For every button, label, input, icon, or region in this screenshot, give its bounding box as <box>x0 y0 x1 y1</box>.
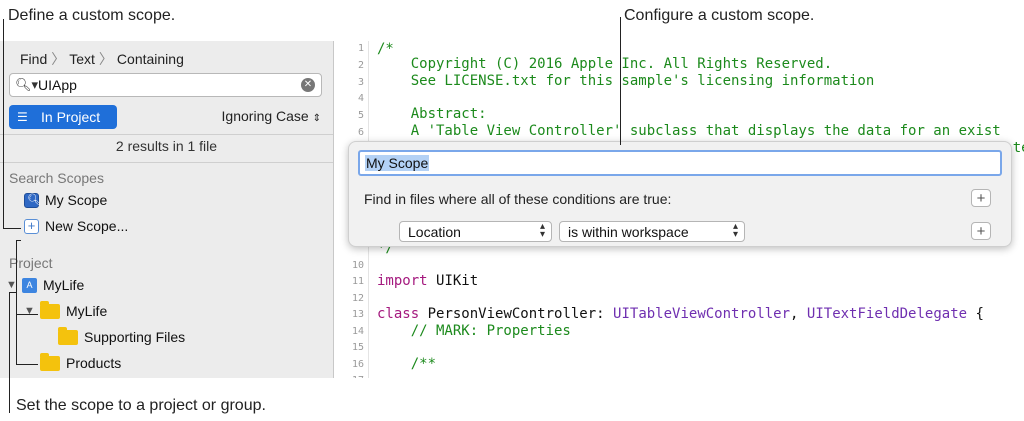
search-field[interactable]: 🔍︎▾ UIApp ✕ <box>9 73 322 97</box>
callout-configure-scope: Configure a custom scope. <box>624 7 815 24</box>
criterion-label: Location <box>408 224 461 240</box>
callout-leader-line <box>16 364 38 365</box>
custom-scope-popover: My Scope Find in files where all of thes… <box>348 141 1012 247</box>
operator-label: is within workspace <box>568 224 689 240</box>
updown-chevron-icon: ▴ ▾ <box>732 221 738 240</box>
line-number: 4 <box>357 93 364 104</box>
line-number: 12 <box>351 293 364 304</box>
module-token: UIKit <box>436 273 479 289</box>
project-item-label: MyLife <box>43 277 85 293</box>
line-number: 2 <box>357 60 364 71</box>
operator-popup[interactable]: is within workspace ▴ ▾ <box>559 221 745 242</box>
case-option-label: Ignoring Case <box>221 108 309 124</box>
scope-button[interactable]: ☰ In Project <box>9 105 117 129</box>
callout-leader-line <box>620 17 621 145</box>
folder-icon <box>40 300 60 319</box>
group-item-mylife[interactable]: ▼ MyLife <box>24 300 108 319</box>
chevron-right-icon: 〉 <box>98 51 113 67</box>
group-item-label: Products <box>66 355 122 371</box>
group-item-label: Supporting Files <box>84 329 186 345</box>
type-token: UITextFieldDelegate <box>806 306 968 322</box>
line-number: 6 <box>357 127 364 138</box>
line-number: 13 <box>351 309 364 320</box>
conditions-label: Find in files where all of these conditi… <box>364 191 672 207</box>
divider <box>0 134 333 135</box>
code-line: import UIKit <box>377 273 478 289</box>
class-name-token: PersonViewController: <box>427 306 614 322</box>
callout-leader-line <box>16 314 38 315</box>
group-item-label: MyLife <box>66 303 108 319</box>
new-scope-button[interactable]: + New Scope... <box>24 218 128 234</box>
results-summary: 2 results in 1 file <box>115 138 218 154</box>
breadcrumb-text[interactable]: Text <box>69 51 95 67</box>
line-number: 1 <box>357 43 364 54</box>
scope-item-my-scope[interactable]: 🔍︎ My Scope <box>24 192 107 208</box>
case-sensitivity-popup[interactable]: Ignoring Case ⇕ <box>222 108 321 124</box>
keyword-token: import <box>377 273 428 289</box>
group-item-products[interactable]: Products <box>40 352 122 371</box>
punctuation-token: { <box>967 306 984 322</box>
code-line: /* <box>377 41 394 57</box>
breadcrumb-containing[interactable]: Containing <box>117 51 184 67</box>
code-line: /** <box>377 356 437 372</box>
plus-icon: + <box>24 218 39 234</box>
type-token: UITableViewController <box>613 306 791 322</box>
scope-item-label: My Scope <box>45 192 108 208</box>
punctuation-token: , <box>790 306 807 322</box>
scope-name-field[interactable]: My Scope <box>358 150 1002 176</box>
search-icon[interactable]: 🔍︎▾ <box>15 77 38 93</box>
chevron-right-icon: 〉 <box>51 51 66 67</box>
code-line: // MARK: Properties <box>377 323 571 339</box>
code-line: See LICENSE.txt for this sample's licens… <box>377 73 875 89</box>
find-navigator: Find 〉 Text 〉 Containing 🔍︎▾ UIApp ✕ ☰ I… <box>0 41 334 378</box>
callout-leader-line <box>3 19 4 229</box>
callout-leader-line <box>9 292 10 413</box>
code-line: Copyright (C) 2016 Apple Inc. All Rights… <box>377 56 833 72</box>
disclosure-triangle-icon[interactable]: ▼ <box>6 279 17 291</box>
line-number: 15 <box>351 342 364 353</box>
line-number: 17 <box>334 375 364 378</box>
divider <box>0 162 333 163</box>
callout-leader-line <box>16 240 21 241</box>
add-condition-button[interactable]: + <box>971 222 991 240</box>
new-scope-label: New Scope... <box>45 218 129 234</box>
breadcrumb: Find 〉 Text 〉 Containing <box>20 49 184 69</box>
folder-icon <box>58 326 78 345</box>
code-line: class PersonViewController: UITableViewC… <box>377 306 984 322</box>
add-condition-group-button[interactable]: + <box>971 189 991 207</box>
updown-chevron-icon: ▴ ▾ <box>539 221 545 240</box>
scope-icon: 🔍︎ <box>24 192 41 208</box>
project-item-mylife[interactable]: ▼ A MyLife <box>6 277 84 293</box>
code-line: A 'Table View Controller' subclass that … <box>377 123 1001 139</box>
list-icon: ☰ <box>17 110 28 124</box>
callout-leader-line <box>3 228 21 229</box>
callout-define-scope: Define a custom scope. <box>8 7 176 24</box>
code-line: Abstract: <box>377 106 487 122</box>
breadcrumb-find[interactable]: Find <box>20 51 47 67</box>
keyword-token: class <box>377 306 420 322</box>
line-number: 3 <box>357 77 364 88</box>
group-item-supporting-files[interactable]: Supporting Files <box>58 326 186 345</box>
disclosure-triangle-icon[interactable]: ▼ <box>24 305 35 317</box>
callout-leader-line <box>16 240 17 364</box>
criterion-popup[interactable]: Location ▴ ▾ <box>399 221 552 242</box>
callout-set-scope: Set the scope to a project or group. <box>16 397 266 414</box>
clear-icon[interactable]: ✕ <box>301 78 315 92</box>
folder-icon <box>40 352 60 371</box>
line-number: 5 <box>357 110 364 121</box>
scope-name-input[interactable]: My Scope <box>365 155 430 171</box>
line-number: 16 <box>351 359 364 370</box>
line-number: 10 <box>351 260 364 271</box>
line-number: 11 <box>351 276 364 287</box>
search-input[interactable]: UIApp <box>38 77 77 93</box>
line-number: 14 <box>351 326 364 337</box>
updown-chevron-icon: ⇕ <box>312 113 321 124</box>
xcode-project-icon: A <box>22 277 37 293</box>
scope-button-label: In Project <box>41 109 101 125</box>
search-scopes-header: Search Scopes <box>9 170 104 186</box>
